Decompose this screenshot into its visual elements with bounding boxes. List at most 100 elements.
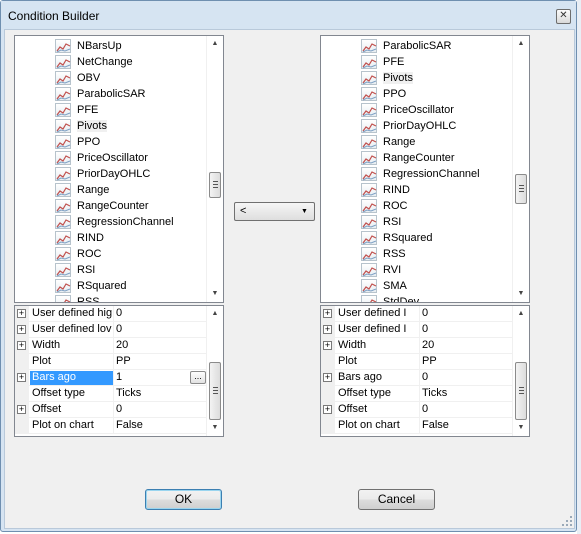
list-item[interactable]: RangeCounter (55, 198, 205, 214)
property-row[interactable]: + Width 20 (321, 338, 514, 354)
list-item[interactable]: PFE (55, 102, 205, 118)
property-row[interactable]: + Bars ago 1... (15, 370, 208, 386)
list-item[interactable]: RSquared (361, 230, 511, 246)
list-item[interactable]: PriceOscillator (361, 102, 511, 118)
property-value[interactable]: False (422, 419, 512, 433)
list-item[interactable]: RIND (55, 230, 205, 246)
property-row[interactable]: Plot PP (321, 354, 514, 370)
property-value[interactable]: Ticks (422, 387, 512, 401)
property-value[interactable]: False (116, 419, 206, 433)
scroll-up-arrow-icon[interactable]: ▲ (513, 306, 529, 322)
right-grid-scrollbar[interactable]: ▲ ▼ (512, 306, 529, 436)
scroll-down-arrow-icon[interactable]: ▼ (207, 286, 223, 302)
property-value[interactable]: PP (422, 355, 512, 369)
property-value[interactable]: 0 (116, 323, 206, 337)
list-item[interactable]: Range (361, 134, 511, 150)
property-row[interactable]: Plot on chart False (321, 418, 514, 434)
property-row[interactable]: Offset type Ticks (15, 386, 208, 402)
list-item[interactable]: NetChange (55, 54, 205, 70)
list-item[interactable]: ROC (55, 246, 205, 262)
property-value[interactable]: Ticks (116, 387, 206, 401)
list-item[interactable]: Pivots (55, 118, 205, 134)
property-value[interactable]: 0 (422, 403, 512, 417)
plus-expander-icon[interactable]: + (17, 325, 26, 334)
property-row[interactable]: + Width 20 (15, 338, 208, 354)
property-value[interactable]: 0 (116, 307, 206, 321)
list-item[interactable]: PriorDayOHLC (361, 118, 511, 134)
left-list-scrollbar[interactable]: ▲ ▼ (206, 36, 223, 302)
plus-expander-icon[interactable]: + (323, 325, 332, 334)
list-item[interactable]: PFE (361, 54, 511, 70)
list-item[interactable]: PPO (55, 134, 205, 150)
list-item[interactable]: RSS (55, 294, 205, 302)
left-list-scroll-thumb[interactable] (209, 172, 221, 198)
left-grid-scroll-thumb[interactable] (209, 362, 221, 420)
right-grid-scroll-thumb[interactable] (515, 362, 527, 420)
scroll-up-arrow-icon[interactable]: ▲ (207, 306, 223, 322)
list-item[interactable]: RVI (361, 262, 511, 278)
property-row[interactable]: Plot PP (15, 354, 208, 370)
property-row[interactable]: + User defined I 0 (321, 306, 514, 322)
list-item[interactable]: ParabolicSAR (55, 86, 205, 102)
list-item[interactable]: RSI (55, 262, 205, 278)
property-row[interactable]: Plot on chart False (15, 418, 208, 434)
scroll-up-arrow-icon[interactable]: ▲ (207, 36, 223, 52)
list-item[interactable]: PriorDayOHLC (55, 166, 205, 182)
ok-button[interactable]: OK (145, 489, 222, 510)
list-item[interactable]: Range (55, 182, 205, 198)
close-button[interactable]: ✕ (556, 9, 571, 24)
list-item[interactable]: RSS (361, 246, 511, 262)
list-item[interactable]: RIND (361, 182, 511, 198)
plus-expander-icon[interactable]: + (323, 405, 332, 414)
plus-expander-icon[interactable]: + (17, 309, 26, 318)
left-grid-scrollbar[interactable]: ▲ ▼ (206, 306, 223, 436)
list-item[interactable]: ROC (361, 198, 511, 214)
plus-expander-icon[interactable]: + (323, 309, 332, 318)
plus-expander-icon[interactable]: + (323, 373, 332, 382)
property-value[interactable]: 0 (116, 403, 206, 417)
list-item[interactable]: OBV (55, 70, 205, 86)
property-row[interactable]: + Offset 0 (15, 402, 208, 418)
property-value[interactable]: 20 (116, 339, 206, 353)
resize-grip-icon[interactable] (561, 515, 573, 527)
list-item[interactable]: RangeCounter (361, 150, 511, 166)
list-item[interactable]: ParabolicSAR (361, 38, 511, 54)
list-item[interactable]: RegressionChannel (55, 214, 205, 230)
property-value[interactable]: 0 (422, 323, 512, 337)
property-value[interactable]: 0 (422, 307, 512, 321)
property-value[interactable]: 20 (422, 339, 512, 353)
ellipsis-button[interactable]: ... (190, 371, 206, 384)
property-row[interactable]: + Offset 0 (321, 402, 514, 418)
plus-expander-icon[interactable]: + (17, 373, 26, 382)
scroll-down-arrow-icon[interactable]: ▼ (513, 286, 529, 302)
property-value[interactable]: 0 (422, 371, 512, 385)
list-item[interactable]: RSquared (55, 278, 205, 294)
property-row[interactable]: + Bars ago 0 (321, 370, 514, 386)
right-property-grid[interactable]: Plot on chart False + Offset 0 Offset type Tic… (320, 305, 530, 437)
scroll-up-arrow-icon[interactable]: ▲ (513, 36, 529, 52)
scroll-down-arrow-icon[interactable]: ▼ (207, 420, 223, 436)
list-item[interactable]: RSI (361, 214, 511, 230)
property-row[interactable]: + User defined lov 0 (15, 322, 208, 338)
list-item[interactable]: PPO (361, 86, 511, 102)
right-list-scroll-thumb[interactable] (515, 174, 527, 204)
property-row[interactable]: Offset type Ticks (321, 386, 514, 402)
list-item[interactable]: StdDev (361, 294, 511, 302)
property-row[interactable]: + User defined hig 0 (15, 306, 208, 322)
property-row[interactable]: + User defined I 0 (321, 322, 514, 338)
list-item[interactable]: PriceOscillator (55, 150, 205, 166)
plus-expander-icon[interactable]: + (323, 341, 332, 350)
list-item[interactable]: NBarsUp (55, 38, 205, 54)
cancel-button[interactable]: Cancel (358, 489, 435, 510)
left-property-grid[interactable]: Plot on chart False + Offset 0 Offset type Tic… (14, 305, 224, 437)
plus-expander-icon[interactable]: + (17, 341, 26, 350)
list-item[interactable]: SMA (361, 278, 511, 294)
list-item[interactable]: RegressionChannel (361, 166, 511, 182)
right-list-scrollbar[interactable]: ▲ ▼ (512, 36, 529, 302)
left-indicator-list[interactable]: RSS RSquared RSI ROC RIND RegressionChannel Ra… (14, 35, 224, 303)
scroll-down-arrow-icon[interactable]: ▼ (513, 420, 529, 436)
operator-select[interactable]: < ▼ (234, 202, 315, 221)
plus-expander-icon[interactable]: + (17, 405, 26, 414)
right-indicator-list[interactable]: StdDev SMA RVI RSS RSquared RSI ROC RIND Regress… (320, 35, 530, 303)
list-item[interactable]: Pivots (361, 70, 511, 86)
